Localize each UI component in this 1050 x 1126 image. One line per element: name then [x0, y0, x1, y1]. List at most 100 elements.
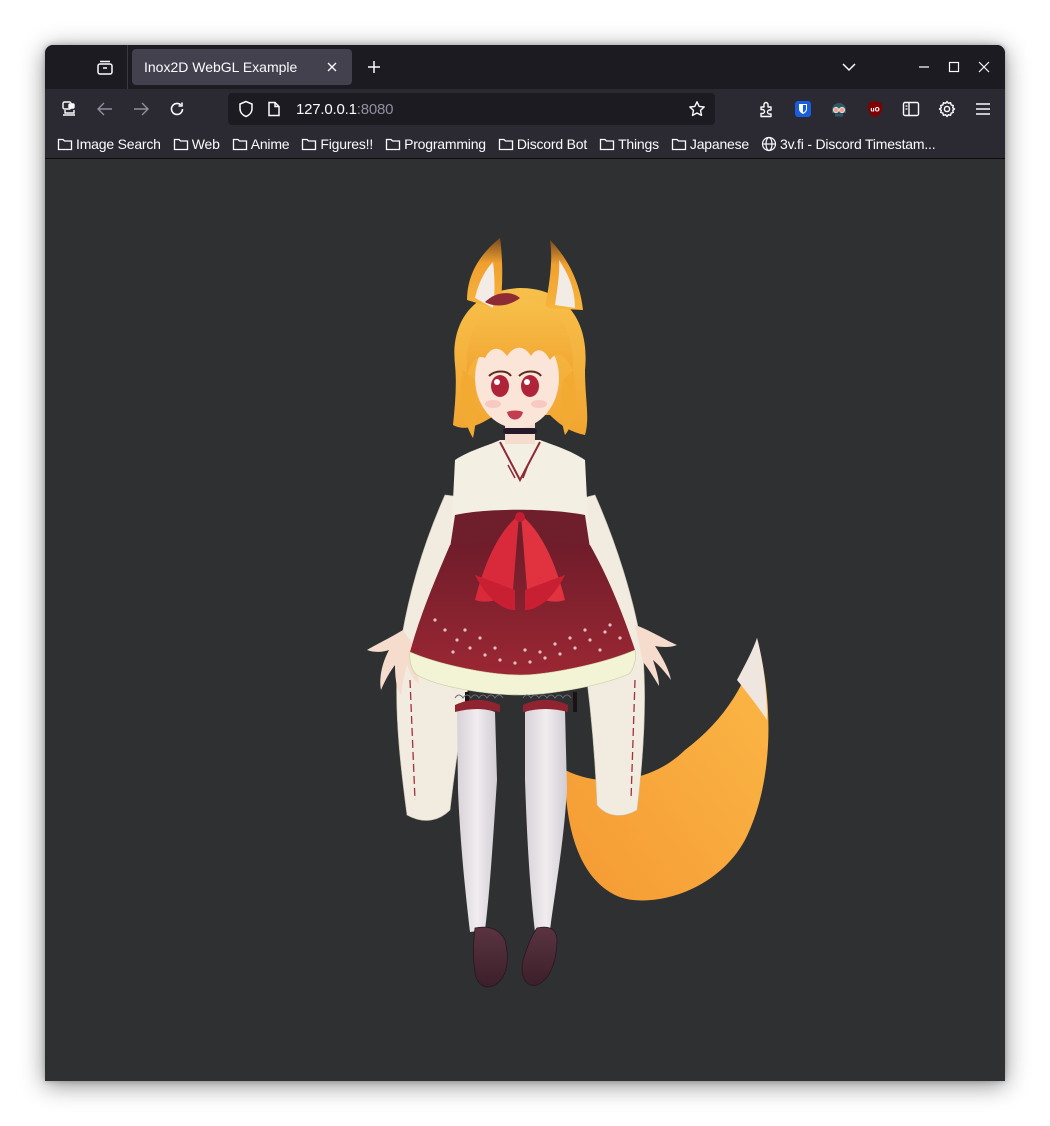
bookmark-item[interactable]: Anime — [232, 136, 290, 152]
close-icon — [327, 62, 337, 72]
reload-button[interactable] — [161, 93, 193, 125]
sidebar-remote-button[interactable] — [53, 93, 85, 125]
tab-manager-icon — [97, 60, 113, 75]
folder-icon — [385, 136, 401, 152]
bookmark-item[interactable]: Things — [599, 136, 659, 152]
folder-icon — [57, 136, 73, 152]
puzzle-icon — [760, 101, 772, 118]
sparkle-dot — [523, 648, 527, 652]
list-all-tabs-button[interactable] — [833, 51, 865, 83]
close-icon — [978, 61, 990, 73]
bitwarden-button[interactable] — [787, 93, 819, 125]
sparkle-dot — [553, 642, 557, 646]
minimize-icon — [919, 66, 929, 68]
tab-strip: Inox2D WebGL Example — [45, 45, 1005, 89]
shoes — [473, 926, 558, 988]
svg-text:uO: uO — [870, 107, 879, 114]
toolbar-right: uO — [747, 93, 999, 125]
folder-icon — [301, 136, 317, 152]
tracking-protection-button[interactable] — [234, 97, 258, 121]
plus-icon — [368, 61, 380, 73]
minimize-button[interactable] — [909, 45, 939, 89]
gear-icon — [938, 100, 956, 118]
shield-icon — [239, 100, 253, 118]
page-icon — [268, 101, 280, 117]
hamburger-icon — [976, 103, 990, 115]
bookmark-item[interactable]: 3v.fi - Discord Timestam... — [761, 135, 936, 152]
sparkle-dot — [618, 636, 622, 640]
back-arrow-icon — [97, 102, 112, 116]
browser-window: Inox2D WebGL Example 127.0.0.1:8080 uO I… — [45, 45, 1005, 1081]
extensions-button[interactable] — [751, 93, 783, 125]
bookmark-page-button[interactable] — [685, 97, 709, 121]
sparkle-dot — [483, 653, 487, 657]
bookmark-item[interactable]: Discord Bot — [498, 136, 587, 152]
bookmark-item[interactable]: Japanese — [671, 136, 749, 152]
bookmark-item[interactable]: Figures!! — [301, 136, 373, 152]
forward-button[interactable] — [125, 93, 157, 125]
bookmark-item[interactable]: Programming — [385, 136, 486, 152]
close-window-button[interactable] — [969, 45, 999, 89]
back-button[interactable] — [89, 93, 121, 125]
sidebar-remote-icon — [62, 101, 75, 116]
sparkle-dot — [568, 636, 572, 640]
choker — [503, 428, 537, 434]
bookmark-label: Anime — [250, 135, 290, 152]
sparkle-dot — [433, 618, 437, 622]
tab-title: Inox2D WebGL Example — [144, 59, 298, 75]
folder-icon — [671, 136, 687, 152]
sparkle-dot — [573, 646, 577, 650]
bookmark-item[interactable]: Image Search — [57, 136, 161, 152]
tab-strip-divider — [127, 45, 128, 89]
robot-goggles-icon — [832, 103, 846, 117]
url-host: 127.0.0.1 — [296, 100, 357, 118]
folder-icon — [498, 136, 514, 152]
sparkle-dot — [588, 638, 592, 642]
sidebar-icon — [902, 101, 920, 117]
page-content — [45, 160, 1005, 1081]
sparkle-dot — [468, 646, 472, 650]
folder-icon — [232, 136, 248, 152]
page-info-button[interactable] — [262, 97, 286, 121]
folder-icon — [173, 136, 189, 152]
bookmarks-toolbar: Image Search Web Anime Figures!! Programming… — [45, 129, 1005, 159]
tab-strip-right — [833, 45, 1005, 89]
bookmark-label: Web — [191, 135, 220, 152]
bookmark-label: 3v.fi - Discord Timestam... — [780, 135, 936, 152]
bookmark-item[interactable]: Web — [173, 136, 220, 152]
bookmark-label: Discord Bot — [516, 135, 588, 152]
sparkle-dot — [513, 661, 517, 665]
tab-manager-button[interactable] — [87, 49, 123, 85]
new-tab-button[interactable] — [358, 51, 390, 83]
ublock-origin-button[interactable]: uO — [859, 93, 891, 125]
maximize-icon — [948, 61, 960, 73]
app-menu-button[interactable] — [967, 93, 999, 125]
globe-icon — [761, 136, 777, 152]
tab-close-button[interactable] — [322, 57, 342, 77]
sidebar-toggle-button[interactable] — [895, 93, 927, 125]
sparkle-dot — [538, 650, 542, 654]
sparkle-dot — [608, 623, 612, 627]
character-puppet — [367, 238, 769, 988]
robot-extension-button[interactable] — [823, 93, 855, 125]
bookmark-label: Figures!! — [320, 135, 374, 152]
navigation-toolbar: 127.0.0.1:8080 uO — [45, 89, 1005, 129]
sparkle-dot — [451, 650, 455, 654]
tab-active[interactable]: Inox2D WebGL Example — [132, 49, 352, 85]
chevron-down-icon — [842, 63, 856, 72]
bookmark-label: Image Search — [76, 135, 161, 152]
sparkle-dot — [478, 636, 482, 640]
webgl-canvas[interactable] — [45, 160, 1005, 1081]
forward-arrow-icon — [134, 102, 149, 116]
settings-button[interactable] — [931, 93, 963, 125]
url-bar[interactable]: 127.0.0.1:8080 — [228, 93, 715, 125]
star-icon — [689, 101, 705, 117]
bookmark-label: Programming — [404, 135, 486, 152]
url-port: :8080 — [356, 100, 394, 118]
url-text[interactable]: 127.0.0.1:8080 — [296, 100, 394, 118]
bitwarden-shield-icon — [795, 101, 811, 117]
sparkle-dot — [455, 638, 459, 642]
sparkle-dot — [493, 646, 497, 650]
bookmark-label: Things — [618, 135, 659, 152]
maximize-button[interactable] — [939, 45, 969, 89]
